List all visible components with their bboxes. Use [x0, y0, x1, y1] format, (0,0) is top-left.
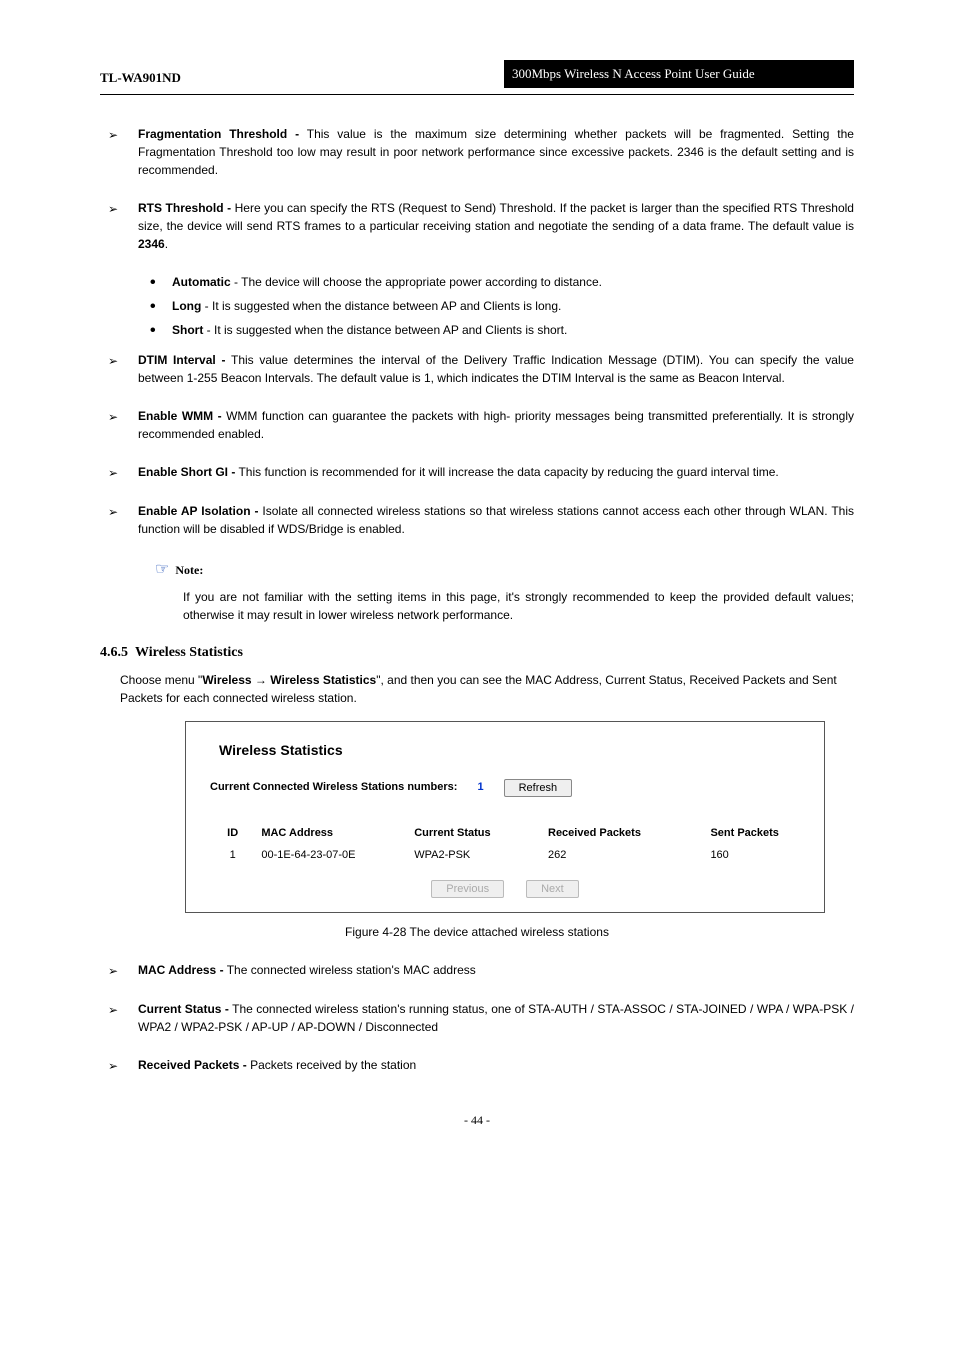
item-body: This function is recommended for it will… — [238, 465, 778, 479]
sub-term: Automatic — [172, 275, 231, 289]
list-item: • Automatic - The device will choose the… — [150, 273, 854, 291]
col-tx: Sent Packets — [710, 825, 806, 842]
bullet-icon: ➢ — [108, 1000, 138, 1036]
item-body: The connected wireless station's MAC add… — [227, 963, 476, 977]
col-rx: Received Packets — [548, 825, 710, 842]
item-term: Enable WMM - — [138, 409, 222, 423]
header-rule — [100, 94, 854, 95]
item-after: . — [165, 237, 168, 251]
hand-icon: ☞ — [155, 558, 169, 582]
item-term: Current Status - — [138, 1002, 229, 1016]
dot-icon: • — [150, 321, 172, 339]
note-block: ☞ Note: If you are not familiar with the… — [155, 558, 854, 624]
note-label: Note: — [175, 561, 203, 579]
col-id: ID — [204, 825, 261, 842]
item-term: Enable AP Isolation - — [138, 504, 258, 518]
item-term: MAC Address - — [138, 963, 224, 977]
table-header-row: ID MAC Address Current Status Received P… — [204, 825, 806, 842]
connected-count-value: 1 — [477, 779, 483, 796]
list-item: ➢ Enable WMM - WMM function can guarante… — [108, 407, 854, 443]
panel-title: Wireless Statistics — [219, 740, 806, 761]
menu-level-1: Wireless — [202, 673, 251, 687]
section-number: 4.6.5 — [100, 645, 128, 660]
item-body: The connected wireless station's running… — [138, 1002, 854, 1034]
list-item: ➢ RTS Threshold - Here you can specify t… — [108, 199, 854, 253]
sub-term: Long — [172, 299, 201, 313]
bullet-icon: ➢ — [108, 463, 138, 482]
cell-tx: 160 — [710, 847, 806, 864]
wireless-statistics-panel: Wireless Statistics Current Connected Wi… — [185, 721, 825, 913]
bullet-icon: ➢ — [108, 961, 138, 980]
bullet-icon: ➢ — [108, 1056, 138, 1075]
arrow-icon: → — [255, 673, 270, 687]
item-term: Fragmentation Threshold - — [138, 127, 299, 141]
list-item: ➢ Fragmentation Threshold - This value i… — [108, 125, 854, 179]
previous-button[interactable]: Previous — [431, 880, 504, 898]
next-button[interactable]: Next — [526, 880, 579, 898]
item-body: This value determines the interval of th… — [138, 353, 854, 385]
section-heading: 4.6.5 Wireless Statistics — [100, 642, 854, 663]
page-number: - 44 - — [100, 1111, 854, 1129]
list-item: ➢ Received Packets - Packets received by… — [108, 1056, 854, 1075]
item-term: Enable Short GI - — [138, 465, 235, 479]
stats-field-list: ➢ MAC Address - The connected wireless s… — [100, 961, 854, 1075]
item-value: 2346 — [138, 237, 165, 251]
figure-caption: Figure 4-28 The device attached wireless… — [100, 923, 854, 941]
dot-icon: • — [150, 273, 172, 291]
bullet-icon: ➢ — [108, 199, 138, 253]
cell-rx: 262 — [548, 847, 710, 864]
cell-mac: 00-1E-64-23-07-0E — [261, 847, 414, 864]
col-status: Current Status — [414, 825, 548, 842]
connected-count-label: Current Connected Wireless Stations numb… — [210, 779, 457, 796]
choose-pre: Choose menu " — [120, 673, 202, 687]
bullet-icon: ➢ — [108, 351, 138, 387]
item-body: Here you can specify the RTS (Request to… — [138, 201, 854, 233]
section-title: Wireless Statistics — [135, 645, 243, 660]
sub-body-text: - It is suggested when the distance betw… — [203, 323, 567, 337]
list-item: ➢ Current Status - The connected wireles… — [108, 1000, 854, 1036]
bullet-icon: ➢ — [108, 502, 138, 538]
refresh-button[interactable]: Refresh — [504, 779, 573, 797]
doc-title-bar: 300Mbps Wireless N Access Point User Gui… — [504, 60, 854, 88]
list-item: • Long - It is suggested when the distan… — [150, 297, 854, 315]
list-item: • Short - It is suggested when the dista… — [150, 321, 854, 339]
sub-body-text: - The device will choose the appropriate… — [231, 275, 602, 289]
list-item: ➢ Enable Short GI - This function is rec… — [108, 463, 854, 482]
sub-body-text: - It is suggested when the distance betw… — [201, 299, 561, 313]
cell-id: 1 — [204, 847, 261, 864]
col-mac: MAC Address — [261, 825, 414, 842]
item-body: Packets received by the station — [250, 1058, 416, 1072]
settings-bullet-list: ➢ Fragmentation Threshold - This value i… — [100, 125, 854, 253]
item-term: Received Packets - — [138, 1058, 247, 1072]
list-item: ➢ MAC Address - The connected wireless s… — [108, 961, 854, 980]
list-item: ➢ DTIM Interval - This value determines … — [108, 351, 854, 387]
dot-icon: • — [150, 297, 172, 315]
item-term: RTS Threshold - — [138, 201, 231, 215]
power-sub-list: • Automatic - The device will choose the… — [100, 273, 854, 339]
choose-menu-text: Choose menu "Wireless → Wireless Statist… — [120, 671, 854, 707]
bullet-icon: ➢ — [108, 407, 138, 443]
list-item: ➢ Enable AP Isolation - Isolate all conn… — [108, 502, 854, 538]
item-body: WMM function can guarantee the packets w… — [138, 409, 854, 441]
bullet-icon: ➢ — [108, 125, 138, 179]
sub-term: Short — [172, 323, 203, 337]
item-term: DTIM Interval - — [138, 353, 225, 367]
cell-status: WPA2-PSK — [414, 847, 548, 864]
table-row: 1 00-1E-64-23-07-0E WPA2-PSK 262 160 — [204, 847, 806, 864]
note-text: If you are not familiar with the setting… — [155, 588, 854, 624]
doc-model: TL-WA901ND — [100, 68, 504, 88]
menu-level-2: Wireless Statistics — [270, 673, 376, 687]
settings-bullet-list-2: ➢ DTIM Interval - This value determines … — [100, 351, 854, 538]
